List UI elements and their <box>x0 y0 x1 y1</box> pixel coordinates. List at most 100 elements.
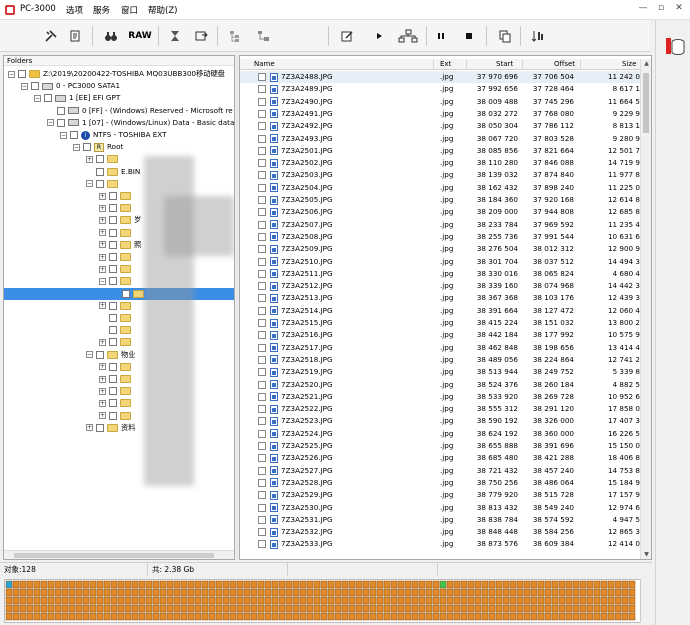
col-offset[interactable]: Offset <box>554 60 575 68</box>
table-row[interactable]: 7Z3A2519.JPG .jpg 38 513 944 38 249 752 5 33… <box>240 366 640 378</box>
tree-checkbox[interactable] <box>31 82 39 91</box>
row-checkbox[interactable] <box>258 282 266 291</box>
expander-icon[interactable]: − <box>99 277 106 285</box>
row-checkbox[interactable] <box>258 73 266 81</box>
expander-icon[interactable]: − <box>86 180 93 188</box>
row-checkbox[interactable] <box>258 466 266 475</box>
expander-icon[interactable]: − <box>34 94 41 102</box>
tree-item[interactable] <box>4 312 234 324</box>
scroll-thumb[interactable] <box>643 73 649 133</box>
tree-checkbox[interactable] <box>57 118 65 127</box>
table-row[interactable]: 7Z3A2503.JPG .jpg 38 139 032 37 874 840 11 9… <box>240 169 640 181</box>
row-checkbox[interactable] <box>258 85 266 94</box>
raw-button[interactable]: RAW <box>126 26 154 46</box>
table-row[interactable]: 7Z3A2531.JPG .jpg 38 838 784 38 574 592 4 94… <box>240 514 640 526</box>
row-checkbox[interactable] <box>258 380 266 389</box>
col-name[interactable]: Name <box>254 60 275 68</box>
tree-item[interactable]: − 1 [07] - (Windows/Linux) Data - Basic d… <box>4 117 234 129</box>
tree-item[interactable]: + <box>4 397 234 409</box>
copy-icon[interactable] <box>496 26 514 46</box>
table-row[interactable]: 7Z3A2501.JPG .jpg 38 085 856 37 821 664 12 5… <box>240 145 640 157</box>
tree-item[interactable]: + <box>4 300 234 312</box>
map-scrollbar[interactable] <box>640 579 652 623</box>
expander-icon[interactable]: − <box>8 70 15 78</box>
tools-icon[interactable] <box>42 26 60 46</box>
row-checkbox[interactable] <box>258 245 266 254</box>
row-checkbox[interactable] <box>258 331 266 340</box>
table-row[interactable]: 7Z3A2524.JPG .jpg 38 624 192 38 360 000 16 2… <box>240 428 640 440</box>
row-checkbox[interactable] <box>258 196 266 204</box>
table-row[interactable]: 7Z3A2491.JPG .jpg 38 032 272 37 768 080 9 22… <box>240 108 640 120</box>
tree-item[interactable]: − <box>4 178 234 190</box>
row-checkbox[interactable] <box>258 343 266 352</box>
table-row[interactable]: 7Z3A2527.JPG .jpg 38 721 432 38 457 240 14 7… <box>240 465 640 477</box>
expander-icon[interactable]: + <box>99 363 106 371</box>
tree-checkbox[interactable] <box>96 350 104 359</box>
network-icon[interactable] <box>396 26 420 46</box>
tree-checkbox[interactable] <box>109 216 117 225</box>
expander-icon[interactable]: − <box>60 131 67 139</box>
row-checkbox[interactable] <box>258 257 266 266</box>
table-row[interactable]: 7Z3A2505.JPG .jpg 38 184 360 37 920 168 12 6… <box>240 194 640 206</box>
expander-icon[interactable]: + <box>86 155 93 163</box>
table-row[interactable]: 7Z3A2512.JPG .jpg 38 339 160 38 074 968 14 4… <box>240 280 640 292</box>
row-checkbox[interactable] <box>258 528 266 537</box>
expander-icon[interactable]: + <box>99 229 106 237</box>
tree-checkbox[interactable] <box>96 155 104 164</box>
table-row[interactable]: 7Z3A2532.JPG .jpg 38 848 448 38 584 256 12 8… <box>240 526 640 538</box>
tree-checkbox[interactable] <box>109 399 117 408</box>
expander-icon[interactable]: − <box>21 82 28 90</box>
tree-item[interactable]: − 0 - PC3000 SATA1 <box>4 80 234 92</box>
expander-icon[interactable]: + <box>99 387 106 395</box>
pause-icon[interactable] <box>434 26 448 46</box>
tree-checkbox[interactable] <box>109 375 117 383</box>
table-row[interactable]: 7Z3A2507.JPG .jpg 38 233 784 37 969 592 11 2… <box>240 219 640 231</box>
sector-map[interactable] <box>4 579 648 623</box>
row-checkbox[interactable] <box>258 319 266 327</box>
database-icon[interactable] <box>664 36 686 58</box>
table-row[interactable]: 7Z3A2517.JPG .jpg 38 462 848 38 198 656 13 4… <box>240 342 640 354</box>
expander-icon[interactable]: + <box>99 399 106 407</box>
table-row[interactable]: 7Z3A2528.JPG .jpg 38 750 256 38 486 064 15 1… <box>240 477 640 489</box>
tree-checkbox[interactable] <box>96 423 104 432</box>
row-checkbox[interactable] <box>258 159 266 168</box>
row-checkbox[interactable] <box>258 442 266 450</box>
table-row[interactable]: 7Z3A2508.JPG .jpg 38 255 736 37 991 544 10 6… <box>240 231 640 243</box>
expander-icon[interactable]: − <box>73 143 80 151</box>
menu-window[interactable]: 窗口 <box>121 4 138 16</box>
menu-options[interactable]: 选项 <box>66 4 83 16</box>
table-row[interactable]: 7Z3A2526.JPG .jpg 38 685 480 38 421 288 18 4… <box>240 452 640 464</box>
scroll-thumb[interactable] <box>14 553 214 558</box>
table-row[interactable]: 7Z3A2516.JPG .jpg 38 442 184 38 177 992 10 5… <box>240 329 640 341</box>
table-row[interactable]: 7Z3A2490.JPG .jpg 38 009 488 37 745 296 11 6… <box>240 96 640 108</box>
row-checkbox[interactable] <box>258 122 266 131</box>
tree-item[interactable]: E.BIN <box>4 166 234 178</box>
tree-horizontal-scrollbar[interactable] <box>4 550 234 559</box>
export-icon[interactable] <box>192 26 210 46</box>
binoculars-icon[interactable] <box>102 26 120 46</box>
tree-checkbox[interactable] <box>57 106 65 115</box>
row-checkbox[interactable] <box>258 269 266 278</box>
expander-icon[interactable]: + <box>99 204 106 212</box>
table-row[interactable]: 7Z3A2511.JPG .jpg 38 330 016 38 065 824 4 68… <box>240 268 640 280</box>
table-row[interactable]: 7Z3A2509.JPG .jpg 38 276 504 38 012 312 12 9… <box>240 243 640 255</box>
tree-checkbox[interactable] <box>96 179 104 188</box>
expander-icon[interactable]: + <box>99 302 106 310</box>
table-row[interactable]: 7Z3A2513.JPG .jpg 38 367 368 38 103 176 12 4… <box>240 292 640 304</box>
col-divider[interactable] <box>580 59 581 70</box>
row-checkbox[interactable] <box>258 220 266 229</box>
play-icon[interactable] <box>372 26 386 46</box>
table-row[interactable]: 7Z3A2529.JPG .jpg 38 779 920 38 515 728 17 1… <box>240 489 640 501</box>
row-checkbox[interactable] <box>258 478 266 487</box>
tree-item[interactable] <box>4 287 234 300</box>
table-row[interactable]: 7Z3A2510.JPG .jpg 38 301 704 38 037 512 14 4… <box>240 256 640 268</box>
row-checkbox[interactable] <box>258 306 266 315</box>
col-divider[interactable] <box>466 59 467 70</box>
row-checkbox[interactable] <box>258 171 266 180</box>
table-row[interactable]: 7Z3A2530.JPG .jpg 38 813 432 38 549 240 12 9… <box>240 502 640 514</box>
table-row[interactable]: 7Z3A2515.JPG .jpg 38 415 224 38 151 032 13 8… <box>240 317 640 329</box>
tree-checkbox[interactable] <box>109 326 117 335</box>
hourglass-icon[interactable] <box>166 26 184 46</box>
scroll-icon[interactable] <box>66 26 84 46</box>
tree-checkbox[interactable] <box>18 70 26 78</box>
